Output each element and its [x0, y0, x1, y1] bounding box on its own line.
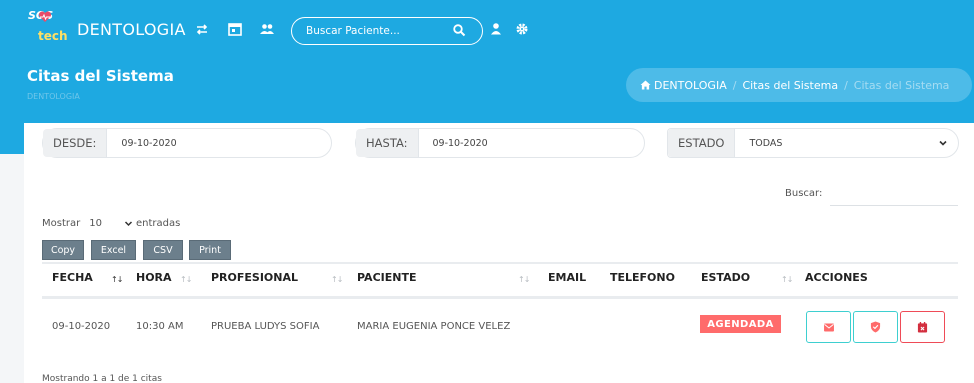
calendar-x-icon [917, 321, 928, 333]
logo-tech-text: tech [38, 29, 68, 43]
user-icon[interactable] [488, 22, 504, 36]
shield-check-icon [870, 321, 881, 333]
page-subtitle: DENTOLOGIA [27, 92, 80, 101]
cell-profesional: PRUEBA LUDYS SOFIA [211, 321, 320, 332]
breadcrumb-separator: / [732, 78, 737, 92]
print-button[interactable]: Print [189, 240, 231, 260]
cell-fecha: 09-10-2020 [52, 321, 111, 332]
column-header-hora[interactable]: HORA [136, 271, 172, 284]
patient-search-input[interactable] [306, 25, 446, 37]
app-logo[interactable]: SOS tech [28, 9, 68, 49]
status-badge: AGENDADA [700, 315, 781, 333]
table-header-border [42, 296, 958, 299]
sort-icon[interactable]: ↑↓ [331, 275, 343, 284]
length-suffix: entradas [135, 218, 181, 229]
envelope-icon [823, 322, 834, 332]
home-icon[interactable] [640, 80, 651, 90]
top-navbar: SOS tech DENTOLOGIA [0, 0, 974, 60]
desde-label: DESDE: [43, 129, 108, 157]
column-header-telefono[interactable]: TELEFONO [610, 271, 675, 284]
heart-icon [38, 11, 52, 22]
cancel-appointment-button[interactable] [900, 311, 945, 343]
cell-hora: 10:30 AM [136, 321, 184, 332]
desde-date-filter[interactable]: DESDE: 09-10-2020 [42, 128, 332, 158]
settings-gear-icon[interactable] [514, 22, 530, 36]
breadcrumb-section[interactable]: Citas del Sistema [742, 79, 838, 92]
excel-button[interactable]: Excel [91, 240, 136, 260]
entries-length-control: Mostrar 10 entradas [42, 218, 180, 229]
swap-arrows-icon[interactable] [194, 22, 210, 36]
page-title: Citas del Sistema [27, 67, 174, 85]
sort-icon[interactable]: ↑↓ [518, 275, 530, 284]
users-icon[interactable] [259, 22, 275, 36]
estado-select[interactable]: ESTADO TODAS [667, 128, 959, 158]
column-header-profesional[interactable]: PROFESIONAL [211, 271, 298, 284]
send-email-button[interactable] [806, 311, 851, 343]
estado-label: ESTADO [668, 129, 736, 157]
copy-button[interactable]: Copy [42, 240, 84, 260]
hasta-label: HASTA: [356, 129, 419, 157]
column-header-acciones: ACCIONES [805, 271, 868, 284]
sort-icon[interactable]: ↑↓ [180, 275, 192, 284]
chevron-down-icon[interactable] [938, 138, 948, 148]
sort-icon[interactable]: ↑↓ [781, 275, 793, 284]
patient-search-box[interactable] [291, 17, 483, 45]
hasta-date-filter[interactable]: HASTA: 09-10-2020 [355, 128, 645, 158]
table-search-label: Buscar: [785, 188, 823, 199]
table-top-border [42, 262, 958, 264]
table-info-text: Mostrando 1 a 1 de 1 citas [42, 374, 162, 383]
column-header-fecha[interactable]: FECHA [52, 271, 93, 284]
length-select-value[interactable]: 10 [89, 218, 102, 229]
breadcrumb: DENTOLOGIA / Citas del Sistema / Citas d… [626, 68, 972, 102]
breadcrumb-home[interactable]: DENTOLOGIA [654, 79, 727, 92]
breadcrumb-current: Citas del Sistema [853, 78, 950, 92]
chevron-down-icon[interactable] [124, 219, 133, 228]
column-header-paciente[interactable]: PACIENTE [357, 271, 416, 284]
column-header-estado[interactable]: ESTADO [701, 271, 750, 284]
csv-button[interactable]: CSV [143, 240, 183, 260]
confirm-shield-button[interactable] [853, 311, 898, 343]
search-icon[interactable] [452, 23, 466, 37]
hasta-date-value[interactable]: 09-10-2020 [419, 138, 488, 149]
search-underline [830, 205, 958, 206]
cell-paciente: MARIA EUGENIA PONCE VELEZ [357, 321, 511, 332]
desde-date-value[interactable]: 09-10-2020 [107, 138, 176, 149]
table-search-input[interactable] [830, 186, 958, 204]
estado-selected-value[interactable]: TODAS [735, 138, 782, 149]
calendar-icon[interactable] [227, 22, 243, 36]
brand-title[interactable]: DENTOLOGIA [77, 20, 186, 39]
breadcrumb-separator: / [844, 78, 848, 92]
length-prefix: Mostrar [42, 218, 81, 229]
column-header-email[interactable]: EMAIL [548, 271, 586, 284]
sort-desc-icon[interactable]: ↑↓ [111, 275, 123, 284]
